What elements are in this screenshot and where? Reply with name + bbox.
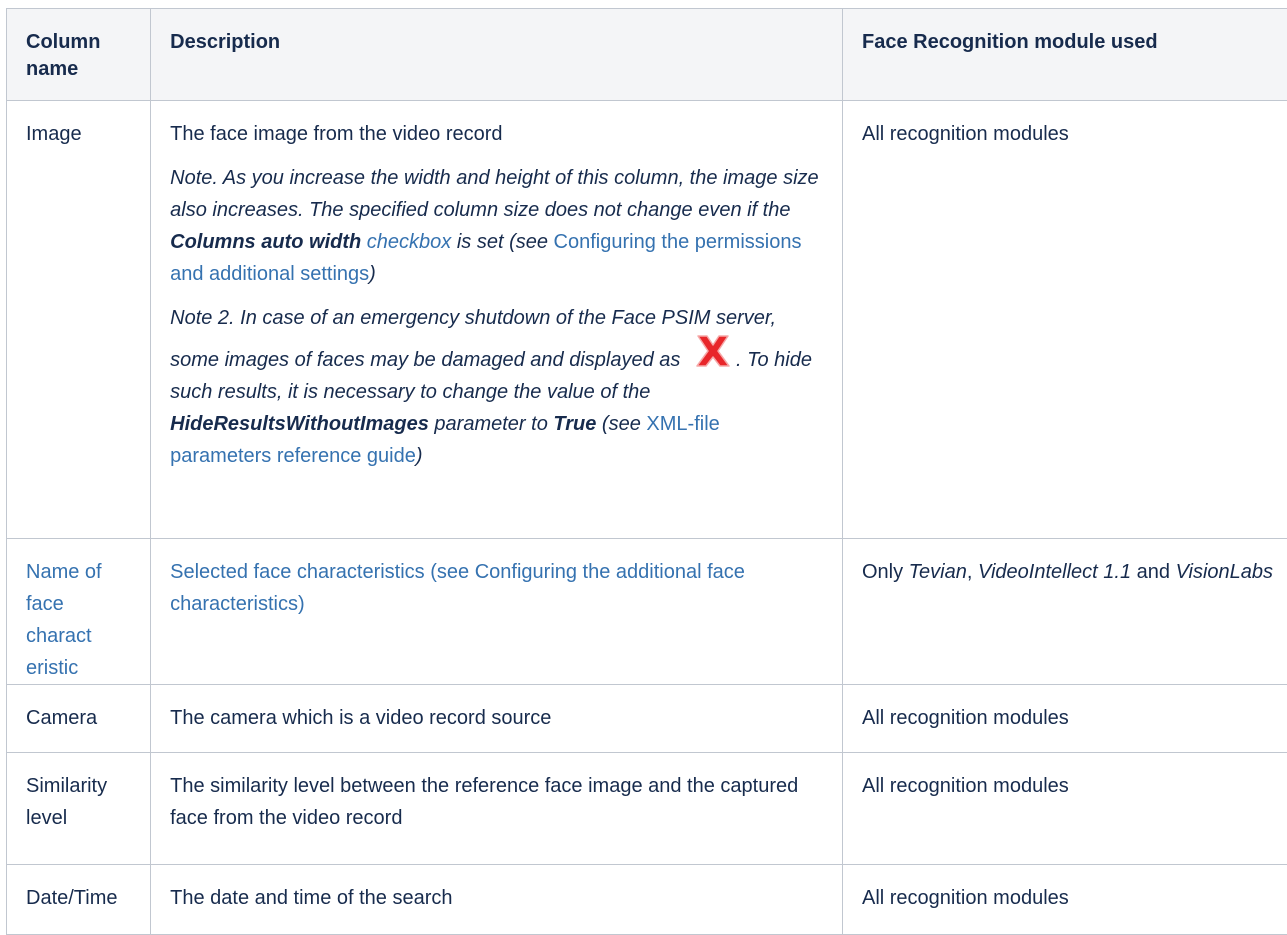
face-characteristic-name[interactable]: Name of face charact eristic [26,561,102,679]
note-1-bold: Columns auto width [170,231,361,253]
cell-name: Similarity level [7,753,151,865]
checkbox-link[interactable]: checkbox [367,231,452,253]
table-header-row: Column name Description Face Recognition… [7,9,1287,101]
note-2-text-4: (see [596,413,646,435]
note-2-bold-true: True [553,413,596,435]
cell-description: The face image from the video record Not… [151,101,843,539]
cell-name: Image [7,101,151,539]
module-sep: and [1131,561,1175,583]
columns-table: Column name Description Face Recognition… [6,8,1287,935]
cell-description: The date and time of the search [151,865,843,935]
module-prefix: Only [862,561,909,583]
cell-module: All recognition modules [842,685,1287,753]
note-2-text-3: parameter to [429,413,554,435]
note-1-text-2: is set (see [451,231,553,253]
table-row: Name of face charact eristic Selected fa… [7,539,1287,685]
module-sep: , [967,561,978,583]
module-videointellect: VideoIntellect 1.1 [978,561,1131,583]
note-1: Note. As you increase the width and heig… [170,162,824,290]
header-module: Face Recognition module used [842,9,1287,101]
note-2-text: Note 2. In case of an emergency shutdown… [170,307,776,371]
note-2-bold-param: HideResultsWithoutImages [170,413,429,435]
description-main: The face image from the video record [170,118,824,150]
module-tevian: Tevian [909,561,967,583]
table-row: Date/Time The date and time of the searc… [7,865,1287,935]
cell-module: All recognition modules [842,101,1287,539]
cell-module: All recognition modules [842,865,1287,935]
table-row: Similarity level The similarity level be… [7,753,1287,865]
cell-description: The similarity level between the referen… [151,753,843,865]
cell-name: Name of face charact eristic [7,539,151,685]
description-close: ) [298,593,305,615]
cell-name: Camera [7,685,151,753]
note-2-close: ) [416,445,423,467]
description-text: Selected face characteristics (see [170,561,475,583]
cell-module: Only Tevian, VideoIntellect 1.1 and Visi… [842,539,1287,685]
cell-module: All recognition modules [842,753,1287,865]
module-visionlabs: VisionLabs [1176,561,1273,583]
cell-description: The camera which is a video record sourc… [151,685,843,753]
broken-image-red-x-icon [694,334,732,368]
note-2: Note 2. In case of an emergency shutdown… [170,302,824,472]
header-description: Description [151,9,843,101]
cell-name: Date/Time [7,865,151,935]
cell-description: Selected face characteristics (see Confi… [151,539,843,685]
table-row: Camera The camera which is a video recor… [7,685,1287,753]
note-1-text: Note. As you increase the width and heig… [170,167,819,221]
note-1-close: ) [369,263,376,285]
header-column-name: Column name [7,9,151,101]
table-row: Image The face image from the video reco… [7,101,1287,539]
